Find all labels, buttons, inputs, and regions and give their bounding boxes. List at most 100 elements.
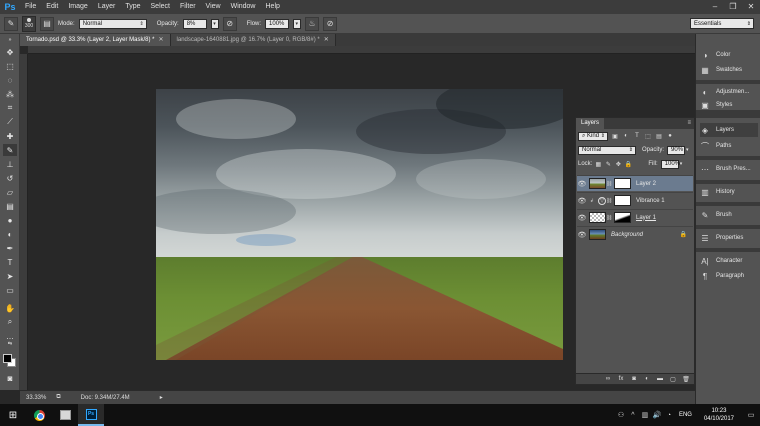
taskbar-chrome[interactable] [26,404,52,426]
menu-help[interactable]: Help [261,0,285,14]
link-icon[interactable]: ⛓ [606,181,612,187]
layers-tab[interactable]: Layers [576,118,605,129]
flow-slider-toggle[interactable]: ▾ [293,18,302,29]
filter-type-icon[interactable]: T [633,132,641,140]
panel-color[interactable]: ◑ Color [700,48,758,62]
panel-brush-presets[interactable]: ⋯ Brush Pres... [700,162,758,176]
menu-window[interactable]: Window [226,0,261,14]
minimize-button[interactable]: – [706,0,724,14]
airbrush-icon[interactable]: ♨ [305,16,320,31]
doc-tab-landscape[interactable]: landscape-1640881.jpg @ 16.7% (Layer 0, … [170,34,336,46]
panel-styles[interactable]: ▣ Styles [700,100,758,110]
fill-slider-icon[interactable]: ▾ [680,161,683,167]
eye-icon[interactable]: 👁 [577,180,587,188]
horizontal-ruler[interactable] [28,46,695,54]
status-arrow-icon[interactable]: ▸ [160,394,163,401]
opacity-field[interactable]: 8% [182,18,207,29]
panel-properties[interactable]: ☰ Properties [700,231,758,245]
opacity-slider-toggle[interactable]: ▾ [210,18,219,29]
filter-shape-icon[interactable]: ⬚ [644,132,652,140]
eye-icon[interactable]: 👁 [577,231,587,239]
taskbar-photoshop[interactable]: Ps [78,404,104,426]
panel-character[interactable]: A| Character [700,254,758,268]
layer-mask-thumbnail[interactable] [614,178,631,189]
clock[interactable]: 10:23 04/10/2017 [696,407,742,423]
workspace-select[interactable]: Essentials ⇕ [690,18,754,29]
layer-mask-thumbnail[interactable] [614,195,631,206]
panel-adjustments[interactable]: ◐ Adjustmen... [700,85,758,99]
menu-select[interactable]: Select [146,0,175,14]
menu-image[interactable]: Image [63,0,92,14]
add-mask-icon[interactable]: ◙ [630,376,638,382]
layer-row-vibrance-1[interactable]: 👁 ↲ ▽ ⛓ Vibrance 1 [577,192,693,208]
filter-kind-select[interactable]: ⌕ Kind ⇕ [578,131,608,141]
network-icon[interactable]: ▥ [639,411,651,419]
panel-paths[interactable]: ⌒ Paths [700,139,758,153]
people-icon[interactable]: ⚇ [615,411,627,419]
volume-icon[interactable]: 🔊 [651,411,663,419]
close-icon[interactable]: ✕ [159,37,164,43]
doc-tab-tornado[interactable]: Tornado.psd @ 33.3% (Layer 2, Layer Mask… [20,34,171,46]
menu-filter[interactable]: Filter [175,0,201,14]
close-icon[interactable]: ✕ [324,37,329,43]
lock-all-icon[interactable]: 🔒 [624,160,632,168]
new-group-icon[interactable]: ▬ [656,376,664,382]
fill-field[interactable]: 100% [660,159,680,169]
brush-panel-toggle-icon[interactable]: ▤ [40,16,54,31]
layer-opacity-field[interactable]: 90% [667,145,686,155]
link-layers-icon[interactable]: ∞ [604,376,612,382]
new-adjustment-layer-icon[interactable]: ◐ [643,376,651,382]
new-layer-icon[interactable]: ▢ [669,376,677,383]
brush-tool-preset-icon[interactable]: ✎ [4,16,18,31]
chevron-up-icon[interactable]: ^ [627,412,639,419]
mode-select[interactable]: Normal ⇕ [78,18,147,29]
vertical-ruler[interactable] [20,54,28,390]
layer-style-icon[interactable]: fx [617,376,625,382]
document-canvas[interactable] [156,89,563,360]
panel-swatches[interactable]: ▦ Swatches [700,63,758,77]
eye-icon[interactable]: 👁 [577,214,587,222]
lock-position-icon[interactable]: ✥ [614,160,622,168]
pressure-opacity-icon[interactable]: ⊘ [222,16,237,31]
filter-toggle-icon[interactable]: ● [666,132,674,140]
history-brush-tool-icon[interactable]: ↺ [3,172,17,184]
panel-brush[interactable]: ✎ Brush [700,208,758,222]
panel-history[interactable]: ▥ History [700,185,758,199]
menu-layer[interactable]: Layer [93,0,121,14]
layer-row-background[interactable]: 👁 Background 🔒 [577,226,693,242]
dodge-tool-icon[interactable]: ◐ [3,228,17,240]
hand-tool-icon[interactable]: ✋ [3,302,17,314]
panel-collapse-icon[interactable]: » [3,37,17,43]
rectangle-tool-icon[interactable]: ▭ [3,284,17,296]
quick-mask-icon[interactable]: ◙ [3,372,17,384]
menu-file[interactable]: File [20,0,41,14]
quick-selection-tool-icon[interactable]: ⁂ [3,88,17,100]
link-icon[interactable]: ⛓ [606,215,612,221]
eye-icon[interactable]: 👁 [577,197,587,205]
pressure-size-icon[interactable]: ⊘ [323,16,338,31]
filter-pixel-icon[interactable]: ▣ [611,132,619,140]
wifi-icon[interactable]: ◔ [663,412,675,419]
pen-tool-icon[interactable]: ✒ [3,242,17,254]
swap-colors-icon[interactable]: ⇆ [3,340,17,348]
filter-adjustment-icon[interactable]: ◐ [622,132,630,140]
menu-view[interactable]: View [201,0,226,14]
move-tool-icon[interactable]: ✥ [3,46,17,58]
layer-row-layer-2[interactable]: 👁 ⛓ Layer 2 [577,175,693,191]
menu-type[interactable]: Type [120,0,145,14]
taskbar-files[interactable] [52,404,78,426]
layer-row-layer-1[interactable]: 👁 ⛓ Layer 1 [577,209,693,225]
clone-stamp-tool-icon[interactable]: ⊥ [3,158,17,170]
status-menu-icon[interactable]: ⧉ [56,394,60,401]
path-selection-tool-icon[interactable]: ➤ [3,270,17,282]
menu-edit[interactable]: Edit [41,0,63,14]
blur-tool-icon[interactable]: ● [3,214,17,226]
restore-button[interactable]: ❐ [724,0,742,14]
panel-layers[interactable]: ◈ Layers [700,123,758,137]
eraser-tool-icon[interactable]: ▱ [3,186,17,198]
link-icon[interactable]: ⛓ [606,198,612,204]
close-button[interactable]: ✕ [742,0,760,14]
notifications-icon[interactable]: ▭ [742,411,760,419]
opacity-slider-icon[interactable]: ▾ [686,147,689,153]
start-button[interactable]: ⊞ [0,404,26,426]
